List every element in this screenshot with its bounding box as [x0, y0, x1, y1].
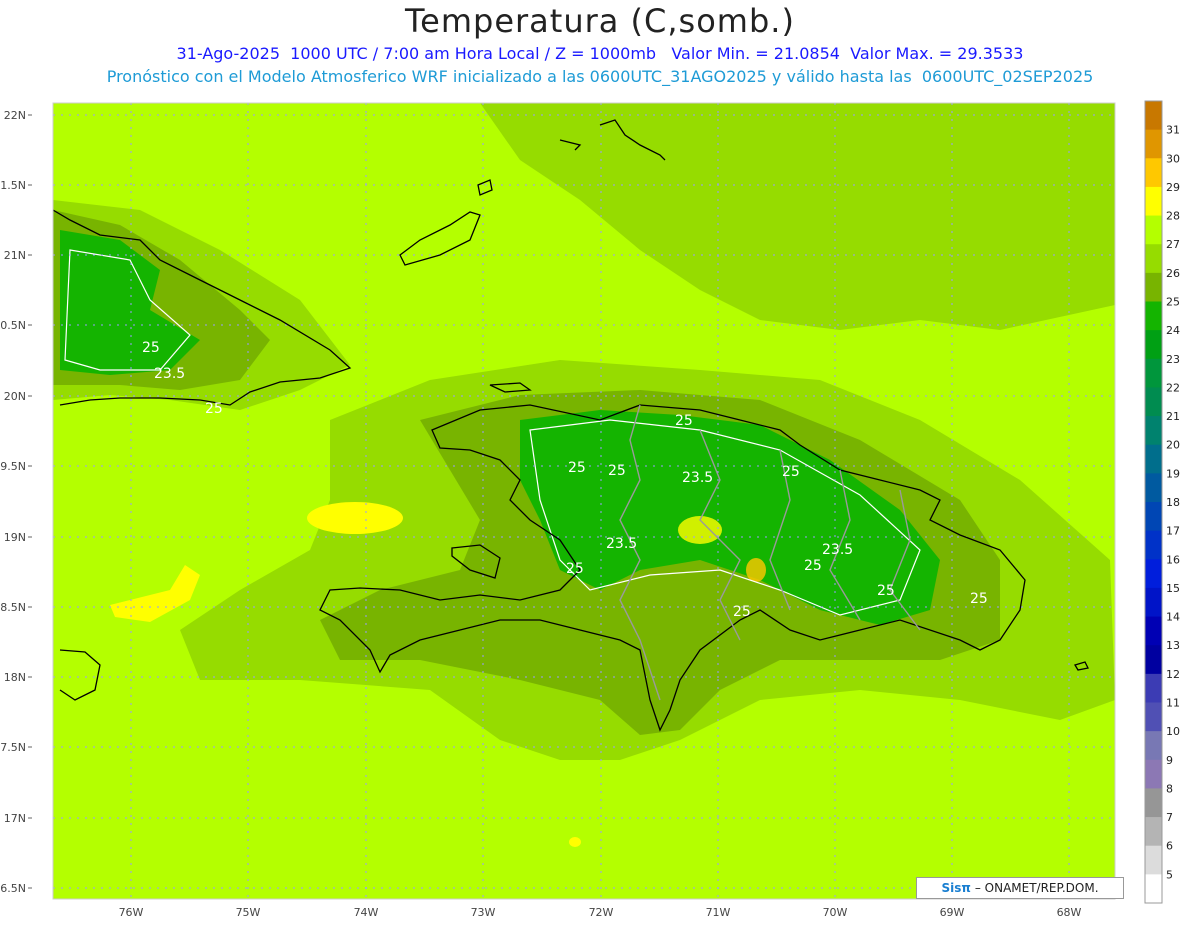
contour-label: 25	[970, 591, 988, 607]
colorbar-swatch	[1145, 587, 1162, 618]
lon-label: 73W	[471, 906, 496, 919]
colorbar-swatch	[1145, 101, 1162, 131]
sispi-logo: Sisπ	[941, 881, 971, 895]
colorbar-swatch	[1145, 559, 1162, 589]
lat-label: 1.5N	[0, 179, 26, 192]
contour-label: 25	[568, 460, 586, 476]
colorbar-swatch	[1145, 358, 1162, 388]
colorbar-label: 14	[1166, 611, 1180, 624]
colorbar-swatch	[1145, 502, 1162, 532]
colorbar-swatch	[1145, 788, 1162, 818]
colorbar-swatch	[1145, 272, 1162, 302]
contour-label: 23.5	[822, 542, 853, 558]
colorbar-label: 25	[1166, 296, 1180, 309]
colorbar-swatch	[1145, 215, 1162, 245]
colorbar-swatch	[1145, 702, 1162, 732]
temperature-field	[53, 103, 1115, 899]
colorbar-label: 17	[1166, 525, 1180, 538]
colorbar-label: 30	[1166, 152, 1180, 165]
lon-label: 76W	[119, 906, 144, 919]
colorbar-swatch	[1145, 473, 1162, 503]
lat-label: 19N	[4, 531, 26, 544]
colorbar-label: 11	[1166, 697, 1180, 710]
colorbar-swatch	[1145, 874, 1162, 904]
contour-label: 23.5	[606, 536, 637, 552]
colorbar-label: 20	[1166, 439, 1180, 452]
colorbar-swatch	[1145, 444, 1162, 474]
colorbar-swatch	[1145, 817, 1162, 847]
colorbar-label: 22	[1166, 381, 1180, 394]
colorbar-label: 28	[1166, 210, 1180, 223]
lon-label: 69W	[940, 906, 965, 919]
lat-label: 7.5N	[0, 741, 26, 754]
latitude-labels: 22N 1.5N 21N 0.5N 20N 9.5N 19N 8.5N 18N …	[0, 109, 26, 895]
colorbar-swatch	[1145, 158, 1162, 188]
lat-label: 21N	[4, 249, 26, 262]
colorbar-swatch	[1145, 731, 1162, 761]
colorbar-label: 12	[1166, 668, 1180, 681]
colorbar-label: 31	[1166, 124, 1180, 137]
lat-label: 8.5N	[0, 601, 26, 614]
contour-label: 23.5	[682, 470, 713, 486]
colorbar-swatch	[1145, 301, 1162, 331]
colorbar-swatch	[1145, 673, 1162, 703]
contour-label: 23.5	[154, 366, 185, 382]
lon-label: 70W	[823, 906, 848, 919]
colorbar-label: 9	[1166, 754, 1173, 767]
colorbar-swatch	[1145, 645, 1162, 675]
longitude-labels: 76W 75W 74W 73W 72W 71W 70W 69W 68W	[119, 906, 1082, 919]
lat-label: 22N	[4, 109, 26, 122]
colorbar-swatch	[1145, 616, 1162, 646]
contour-label: 25	[205, 401, 223, 417]
colorbar-label: 15	[1166, 582, 1180, 595]
colorbar-label: 10	[1166, 725, 1180, 738]
colorbar-label: 8	[1166, 782, 1173, 795]
colorbar-swatch	[1145, 330, 1162, 360]
colorbar-swatch	[1145, 129, 1162, 159]
colorbar-swatch	[1145, 387, 1162, 417]
lat-label: 0.5N	[0, 319, 26, 332]
lon-label: 74W	[354, 906, 379, 919]
lon-label: 75W	[236, 906, 261, 919]
colorbar: 31 30 29 28 27 26 25 24 23 22 21 20 19 18 17 16 15 14 13 12…	[1144, 100, 1180, 904]
credit-text: – ONAMET/REP.DOM.	[974, 881, 1099, 895]
colorbar-label: 16	[1166, 553, 1180, 566]
colorbar-label: 13	[1166, 639, 1180, 652]
colorbar-label: 27	[1166, 238, 1180, 251]
colorbar-swatch	[1145, 244, 1162, 274]
colorbar-label: 26	[1166, 267, 1180, 280]
colorbar-label: 21	[1166, 410, 1180, 423]
lat-label: 17N	[4, 812, 26, 825]
colorbar-swatch	[1145, 416, 1162, 446]
lat-label: 20N	[4, 390, 26, 403]
credit-box: Sisπ – ONAMET/REP.DOM.	[916, 877, 1124, 899]
temperature-map: 25 23.5 25 25 25 23.5 25 23.5 25 25 23.5…	[0, 100, 1180, 919]
lat-label: 9.5N	[0, 460, 26, 473]
colorbar-label: 5	[1166, 868, 1173, 881]
contour-label: 25	[142, 340, 160, 356]
contour-label: 25	[675, 413, 693, 429]
colorbar-swatch	[1145, 759, 1162, 789]
contour-label: 25	[733, 604, 751, 620]
lon-label: 72W	[589, 906, 614, 919]
contour-label: 25	[566, 561, 584, 577]
colorbar-label: 18	[1166, 496, 1180, 509]
contour-label: 25	[877, 583, 895, 599]
contour-label: 25	[608, 463, 626, 479]
lat-label: 18N	[4, 671, 26, 684]
colorbar-swatch	[1145, 186, 1162, 217]
lon-label: 68W	[1057, 906, 1082, 919]
colorbar-label: 29	[1166, 181, 1180, 194]
colorbar-label: 6	[1166, 840, 1173, 853]
colorbar-swatch	[1145, 845, 1162, 875]
lon-label: 71W	[706, 906, 731, 919]
colorbar-swatch	[1145, 530, 1162, 560]
contour-label: 25	[804, 558, 822, 574]
lat-label: 6.5N	[0, 882, 26, 895]
colorbar-label: 24	[1166, 324, 1180, 337]
colorbar-label: 7	[1166, 811, 1173, 824]
colorbar-label: 19	[1166, 467, 1180, 480]
colorbar-label: 23	[1166, 353, 1180, 366]
contour-label: 25	[782, 464, 800, 480]
